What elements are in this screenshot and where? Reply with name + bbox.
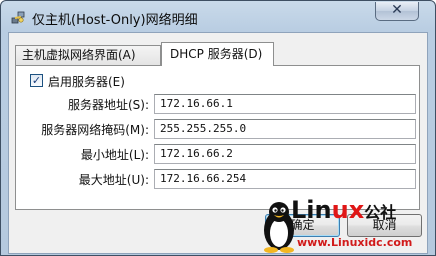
dialog-client-area: 主机虚拟网络界面(A) DHCP 服务器(D) ✓ 启用服务器(E) 服务器地址…	[8, 32, 428, 254]
dialog-window: 仅主机(Host-Only)网络明细 ✕ 主机虚拟网络界面(A) DHCP 服务…	[0, 0, 436, 256]
check-icon: ✓	[31, 74, 42, 87]
dhcp-panel: ✓ 启用服务器(E) 服务器地址(S): 172.16.66.1 服务器网络掩码…	[15, 65, 420, 210]
lower-address-input[interactable]: 172.16.66.2	[154, 144, 416, 164]
upper-address-label: 最大地址(U):	[78, 173, 149, 187]
close-icon: ✕	[391, 2, 403, 18]
lower-address-label: 最小地址(L):	[80, 148, 149, 162]
server-address-label: 服务器地址(S):	[67, 98, 149, 112]
close-button[interactable]: ✕	[375, 2, 419, 21]
tab-host-virtual-adapter[interactable]: 主机虚拟网络界面(A)	[15, 45, 161, 65]
enable-server-checkbox[interactable]: ✓	[30, 74, 43, 87]
cancel-button[interactable]: 取消	[347, 214, 422, 237]
enable-server-label[interactable]: 启用服务器(E)	[48, 73, 125, 90]
network-icon	[10, 9, 26, 25]
tab-dhcp-server[interactable]: DHCP 服务器(D)	[161, 42, 274, 66]
tab-label: 主机虚拟网络界面(A)	[22, 48, 136, 62]
title-bar[interactable]: 仅主机(Host-Only)网络明细 ✕	[1, 1, 435, 32]
subnet-mask-label: 服务器网络掩码(M):	[41, 123, 149, 137]
server-address-input[interactable]: 172.16.66.1	[154, 94, 416, 114]
upper-address-input[interactable]: 172.16.66.254	[154, 169, 416, 189]
window-title: 仅主机(Host-Only)网络明细	[32, 13, 198, 28]
subnet-mask-input[interactable]: 255.255.255.0	[154, 119, 416, 139]
ok-button[interactable]: 确定	[265, 214, 340, 237]
tab-label: DHCP 服务器(D)	[170, 47, 263, 61]
